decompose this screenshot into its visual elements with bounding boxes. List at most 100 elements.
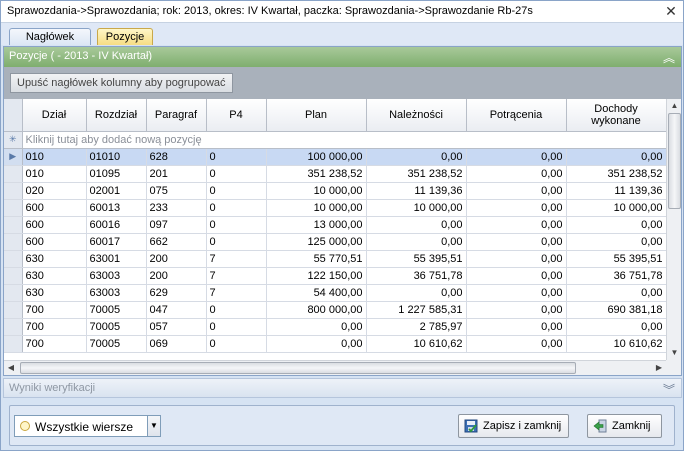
table-cell[interactable]: 700 [22,335,87,353]
table-row[interactable]: 600 60016 097 0 13 000,00 0,00 0,00 0,00 [4,216,666,234]
scroll-up-icon[interactable]: ▲ [668,99,681,113]
table-cell[interactable]: 55 770,51 [266,250,367,268]
table-cell[interactable]: 0,00 [466,182,567,200]
table-cell[interactable]: 02001 [86,182,147,200]
table-cell[interactable]: 700 [22,301,87,319]
collapse-icon[interactable]: ︽ [663,49,675,66]
column-header-paragraf[interactable]: Paragraf [146,99,207,132]
table-cell[interactable]: 630 [22,284,87,302]
table-cell[interactable]: 0,00 [266,318,367,336]
column-header-p4[interactable]: P4 [206,99,267,132]
table-row[interactable]: 700 70005 057 0 0,00 2 785,97 0,00 0,00 [4,318,666,336]
new-row-prompt[interactable]: Kliknij tutaj aby dodać nową pozycję [22,131,666,149]
table-cell[interactable]: 201 [146,165,207,183]
table-cell[interactable]: 54 400,00 [266,284,367,302]
table-cell[interactable]: 690 381,18 [566,301,666,319]
horizontal-scrollbar[interactable]: ◀ ▶ [4,360,666,375]
table-cell[interactable]: 0,00 [466,250,567,268]
table-cell[interactable]: 01010 [86,148,147,166]
table-cell[interactable]: 0,00 [366,148,467,166]
table-cell[interactable]: 057 [146,318,207,336]
table-cell[interactable]: 125 000,00 [266,233,367,251]
column-header-dochody-wykonane[interactable]: Dochody wykonane [566,99,666,132]
column-header-potracenia[interactable]: Potrącenia [466,99,567,132]
table-cell[interactable]: 01095 [86,165,147,183]
table-cell[interactable]: 0 [206,318,267,336]
table-cell[interactable]: 600 [22,233,87,251]
table-cell[interactable]: 2 785,97 [366,318,467,336]
table-cell[interactable]: 800 000,00 [266,301,367,319]
table-cell[interactable]: 097 [146,216,207,234]
table-cell[interactable]: 0,00 [566,284,666,302]
table-cell[interactable]: 628 [146,148,207,166]
scroll-right-icon[interactable]: ▶ [652,361,666,375]
table-row[interactable]: 600 60013 233 0 10 000,00 10 000,00 0,00 10 000… [4,199,666,217]
table-cell[interactable]: 010 [22,165,87,183]
table-cell[interactable]: 7 [206,267,267,285]
table-cell[interactable]: 047 [146,301,207,319]
table-row[interactable]: 630 63003 200 7 122 150,00 36 751,78 0,00 36 75… [4,267,666,285]
table-row[interactable]: 020 02001 075 0 10 000,00 11 139,36 0,00 11 139… [4,182,666,200]
table-cell[interactable]: 7 [206,250,267,268]
vertical-scroll-thumb[interactable] [668,113,681,209]
table-cell[interactable]: 122 150,00 [266,267,367,285]
table-cell[interactable]: 0,00 [366,216,467,234]
table-cell[interactable]: 10 610,62 [366,335,467,353]
row-indicator[interactable] [4,250,23,268]
row-indicator[interactable] [4,284,23,302]
column-header-rozdzial[interactable]: Rozdział [86,99,147,132]
table-cell[interactable]: 0,00 [566,148,666,166]
table-cell[interactable]: 55 395,51 [366,250,467,268]
table-cell[interactable]: 0 [206,216,267,234]
scroll-down-icon[interactable]: ▼ [668,346,681,360]
tab-naglowek[interactable]: Nagłówek [9,28,91,45]
table-cell[interactable]: 600 [22,199,87,217]
table-cell[interactable]: 10 610,62 [566,335,666,353]
table-cell[interactable]: 0,00 [466,301,567,319]
column-header-plan[interactable]: Plan [266,99,367,132]
table-cell[interactable]: 36 751,78 [366,267,467,285]
table-cell[interactable]: 10 000,00 [566,199,666,217]
group-by-area[interactable]: Upuść nagłówek kolumny aby pogrupować [4,67,681,99]
table-cell[interactable]: 11 139,36 [566,182,666,200]
table-cell[interactable]: 0,00 [466,165,567,183]
table-cell[interactable]: 075 [146,182,207,200]
table-cell[interactable]: 13 000,00 [266,216,367,234]
table-cell[interactable]: 629 [146,284,207,302]
table-cell[interactable]: 233 [146,199,207,217]
table-cell[interactable]: 0,00 [366,284,467,302]
table-row[interactable]: ▶ 010 01010 628 0 100 000,00 0,00 0,00 0,00 [4,148,666,166]
table-cell[interactable]: 0,00 [366,233,467,251]
row-indicator[interactable] [4,165,23,183]
table-cell[interactable]: 0 [206,182,267,200]
horizontal-scroll-thumb[interactable] [20,362,576,374]
table-cell[interactable]: 010 [22,148,87,166]
table-row[interactable]: 630 63001 200 7 55 770,51 55 395,51 0,00 55 395… [4,250,666,268]
table-cell[interactable]: 70005 [86,301,147,319]
table-cell[interactable]: 63003 [86,267,147,285]
verification-panel-header[interactable]: Wyniki weryfikacji ︾ [3,378,682,398]
table-cell[interactable]: 662 [146,233,207,251]
column-header-naleznosci[interactable]: Należności [366,99,467,132]
table-cell[interactable]: 0,00 [466,199,567,217]
table-cell[interactable]: 351 238,52 [366,165,467,183]
table-cell[interactable]: 0,00 [566,318,666,336]
row-indicator[interactable] [4,233,23,251]
table-cell[interactable]: 0 [206,335,267,353]
table-cell[interactable]: 0 [206,301,267,319]
table-cell[interactable]: 60016 [86,216,147,234]
table-cell[interactable]: 0,00 [466,335,567,353]
row-filter-select[interactable]: Wszystkie wiersze ▼ [14,415,161,437]
table-cell[interactable]: 10 000,00 [366,199,467,217]
table-cell[interactable]: 351 238,52 [266,165,367,183]
row-indicator[interactable] [4,318,23,336]
table-cell[interactable]: 630 [22,267,87,285]
table-cell[interactable]: 351 238,52 [566,165,666,183]
table-cell[interactable]: 0,00 [466,148,567,166]
expand-icon[interactable]: ︾ [663,381,675,398]
table-cell[interactable]: 100 000,00 [266,148,367,166]
table-cell[interactable]: 60017 [86,233,147,251]
column-header-dzial[interactable]: Dział [22,99,87,132]
table-cell[interactable]: 70005 [86,335,147,353]
table-cell[interactable]: 0,00 [566,216,666,234]
